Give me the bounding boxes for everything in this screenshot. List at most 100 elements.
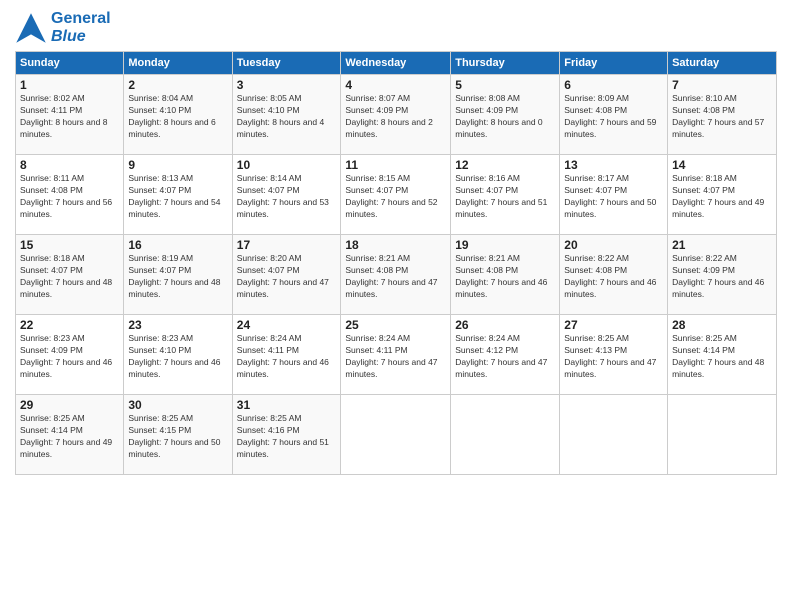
header: General Blue	[15, 10, 777, 45]
day-info: Sunrise: 8:24 AM Sunset: 4:11 PM Dayligh…	[237, 333, 337, 381]
calendar-cell: 29 Sunrise: 8:25 AM Sunset: 4:14 PM Dayl…	[16, 395, 124, 475]
day-info: Sunrise: 8:13 AM Sunset: 4:07 PM Dayligh…	[128, 173, 227, 221]
column-header-saturday: Saturday	[668, 52, 777, 75]
day-info: Sunrise: 8:25 AM Sunset: 4:15 PM Dayligh…	[128, 413, 227, 461]
calendar-cell	[451, 395, 560, 475]
day-number: 15	[20, 238, 119, 252]
day-number: 18	[345, 238, 446, 252]
calendar-cell: 22 Sunrise: 8:23 AM Sunset: 4:09 PM Dayl…	[16, 315, 124, 395]
calendar-cell: 10 Sunrise: 8:14 AM Sunset: 4:07 PM Dayl…	[232, 155, 341, 235]
day-number: 19	[455, 238, 555, 252]
calendar-cell: 6 Sunrise: 8:09 AM Sunset: 4:08 PM Dayli…	[560, 75, 668, 155]
day-number: 11	[345, 158, 446, 172]
calendar-cell: 7 Sunrise: 8:10 AM Sunset: 4:08 PM Dayli…	[668, 75, 777, 155]
calendar-cell	[560, 395, 668, 475]
calendar-cell: 9 Sunrise: 8:13 AM Sunset: 4:07 PM Dayli…	[124, 155, 232, 235]
day-number: 5	[455, 78, 555, 92]
day-info: Sunrise: 8:09 AM Sunset: 4:08 PM Dayligh…	[564, 93, 663, 141]
day-number: 23	[128, 318, 227, 332]
day-info: Sunrise: 8:23 AM Sunset: 4:10 PM Dayligh…	[128, 333, 227, 381]
day-number: 8	[20, 158, 119, 172]
day-number: 30	[128, 398, 227, 412]
logo-text-blue: Blue	[51, 28, 111, 46]
day-number: 1	[20, 78, 119, 92]
day-number: 24	[237, 318, 337, 332]
day-info: Sunrise: 8:11 AM Sunset: 4:08 PM Dayligh…	[20, 173, 119, 221]
column-header-monday: Monday	[124, 52, 232, 75]
calendar-cell: 17 Sunrise: 8:20 AM Sunset: 4:07 PM Dayl…	[232, 235, 341, 315]
calendar-cell: 1 Sunrise: 8:02 AM Sunset: 4:11 PM Dayli…	[16, 75, 124, 155]
calendar: SundayMondayTuesdayWednesdayThursdayFrid…	[15, 51, 777, 475]
calendar-cell: 3 Sunrise: 8:05 AM Sunset: 4:10 PM Dayli…	[232, 75, 341, 155]
calendar-cell: 26 Sunrise: 8:24 AM Sunset: 4:12 PM Dayl…	[451, 315, 560, 395]
calendar-cell	[668, 395, 777, 475]
day-info: Sunrise: 8:21 AM Sunset: 4:08 PM Dayligh…	[455, 253, 555, 301]
day-number: 14	[672, 158, 772, 172]
calendar-cell: 23 Sunrise: 8:23 AM Sunset: 4:10 PM Dayl…	[124, 315, 232, 395]
column-header-tuesday: Tuesday	[232, 52, 341, 75]
day-number: 9	[128, 158, 227, 172]
calendar-cell	[341, 395, 451, 475]
day-number: 13	[564, 158, 663, 172]
calendar-cell: 18 Sunrise: 8:21 AM Sunset: 4:08 PM Dayl…	[341, 235, 451, 315]
calendar-cell: 21 Sunrise: 8:22 AM Sunset: 4:09 PM Dayl…	[668, 235, 777, 315]
calendar-week-row: 15 Sunrise: 8:18 AM Sunset: 4:07 PM Dayl…	[16, 235, 777, 315]
day-number: 27	[564, 318, 663, 332]
day-info: Sunrise: 8:14 AM Sunset: 4:07 PM Dayligh…	[237, 173, 337, 221]
calendar-cell: 27 Sunrise: 8:25 AM Sunset: 4:13 PM Dayl…	[560, 315, 668, 395]
calendar-cell: 5 Sunrise: 8:08 AM Sunset: 4:09 PM Dayli…	[451, 75, 560, 155]
day-number: 6	[564, 78, 663, 92]
day-info: Sunrise: 8:08 AM Sunset: 4:09 PM Dayligh…	[455, 93, 555, 141]
day-info: Sunrise: 8:07 AM Sunset: 4:09 PM Dayligh…	[345, 93, 446, 141]
calendar-cell: 8 Sunrise: 8:11 AM Sunset: 4:08 PM Dayli…	[16, 155, 124, 235]
calendar-cell: 12 Sunrise: 8:16 AM Sunset: 4:07 PM Dayl…	[451, 155, 560, 235]
day-number: 4	[345, 78, 446, 92]
day-info: Sunrise: 8:25 AM Sunset: 4:14 PM Dayligh…	[672, 333, 772, 381]
calendar-week-row: 29 Sunrise: 8:25 AM Sunset: 4:14 PM Dayl…	[16, 395, 777, 475]
calendar-cell: 31 Sunrise: 8:25 AM Sunset: 4:16 PM Dayl…	[232, 395, 341, 475]
day-info: Sunrise: 8:24 AM Sunset: 4:11 PM Dayligh…	[345, 333, 446, 381]
calendar-cell: 2 Sunrise: 8:04 AM Sunset: 4:10 PM Dayli…	[124, 75, 232, 155]
calendar-cell: 15 Sunrise: 8:18 AM Sunset: 4:07 PM Dayl…	[16, 235, 124, 315]
day-number: 3	[237, 78, 337, 92]
day-number: 25	[345, 318, 446, 332]
day-number: 2	[128, 78, 227, 92]
day-number: 31	[237, 398, 337, 412]
day-info: Sunrise: 8:25 AM Sunset: 4:13 PM Dayligh…	[564, 333, 663, 381]
column-header-thursday: Thursday	[451, 52, 560, 75]
day-info: Sunrise: 8:02 AM Sunset: 4:11 PM Dayligh…	[20, 93, 119, 141]
day-number: 7	[672, 78, 772, 92]
calendar-cell: 14 Sunrise: 8:18 AM Sunset: 4:07 PM Dayl…	[668, 155, 777, 235]
day-info: Sunrise: 8:25 AM Sunset: 4:14 PM Dayligh…	[20, 413, 119, 461]
logo-text-general: General	[51, 10, 111, 28]
calendar-cell: 28 Sunrise: 8:25 AM Sunset: 4:14 PM Dayl…	[668, 315, 777, 395]
day-info: Sunrise: 8:19 AM Sunset: 4:07 PM Dayligh…	[128, 253, 227, 301]
day-number: 10	[237, 158, 337, 172]
calendar-week-row: 1 Sunrise: 8:02 AM Sunset: 4:11 PM Dayli…	[16, 75, 777, 155]
page: General Blue SundayMondayTuesdayWednesda…	[0, 0, 792, 612]
day-info: Sunrise: 8:10 AM Sunset: 4:08 PM Dayligh…	[672, 93, 772, 141]
day-info: Sunrise: 8:22 AM Sunset: 4:08 PM Dayligh…	[564, 253, 663, 301]
calendar-cell: 4 Sunrise: 8:07 AM Sunset: 4:09 PM Dayli…	[341, 75, 451, 155]
day-number: 22	[20, 318, 119, 332]
calendar-week-row: 8 Sunrise: 8:11 AM Sunset: 4:08 PM Dayli…	[16, 155, 777, 235]
day-number: 26	[455, 318, 555, 332]
day-info: Sunrise: 8:21 AM Sunset: 4:08 PM Dayligh…	[345, 253, 446, 301]
day-number: 17	[237, 238, 337, 252]
calendar-cell: 20 Sunrise: 8:22 AM Sunset: 4:08 PM Dayl…	[560, 235, 668, 315]
calendar-cell: 19 Sunrise: 8:21 AM Sunset: 4:08 PM Dayl…	[451, 235, 560, 315]
day-info: Sunrise: 8:16 AM Sunset: 4:07 PM Dayligh…	[455, 173, 555, 221]
day-info: Sunrise: 8:18 AM Sunset: 4:07 PM Dayligh…	[20, 253, 119, 301]
day-number: 21	[672, 238, 772, 252]
day-info: Sunrise: 8:25 AM Sunset: 4:16 PM Dayligh…	[237, 413, 337, 461]
calendar-cell: 30 Sunrise: 8:25 AM Sunset: 4:15 PM Dayl…	[124, 395, 232, 475]
day-info: Sunrise: 8:04 AM Sunset: 4:10 PM Dayligh…	[128, 93, 227, 141]
day-info: Sunrise: 8:15 AM Sunset: 4:07 PM Dayligh…	[345, 173, 446, 221]
day-number: 16	[128, 238, 227, 252]
column-header-wednesday: Wednesday	[341, 52, 451, 75]
day-info: Sunrise: 8:22 AM Sunset: 4:09 PM Dayligh…	[672, 253, 772, 301]
logo: General Blue	[15, 10, 111, 45]
calendar-cell: 24 Sunrise: 8:24 AM Sunset: 4:11 PM Dayl…	[232, 315, 341, 395]
day-number: 28	[672, 318, 772, 332]
calendar-header-row: SundayMondayTuesdayWednesdayThursdayFrid…	[16, 52, 777, 75]
